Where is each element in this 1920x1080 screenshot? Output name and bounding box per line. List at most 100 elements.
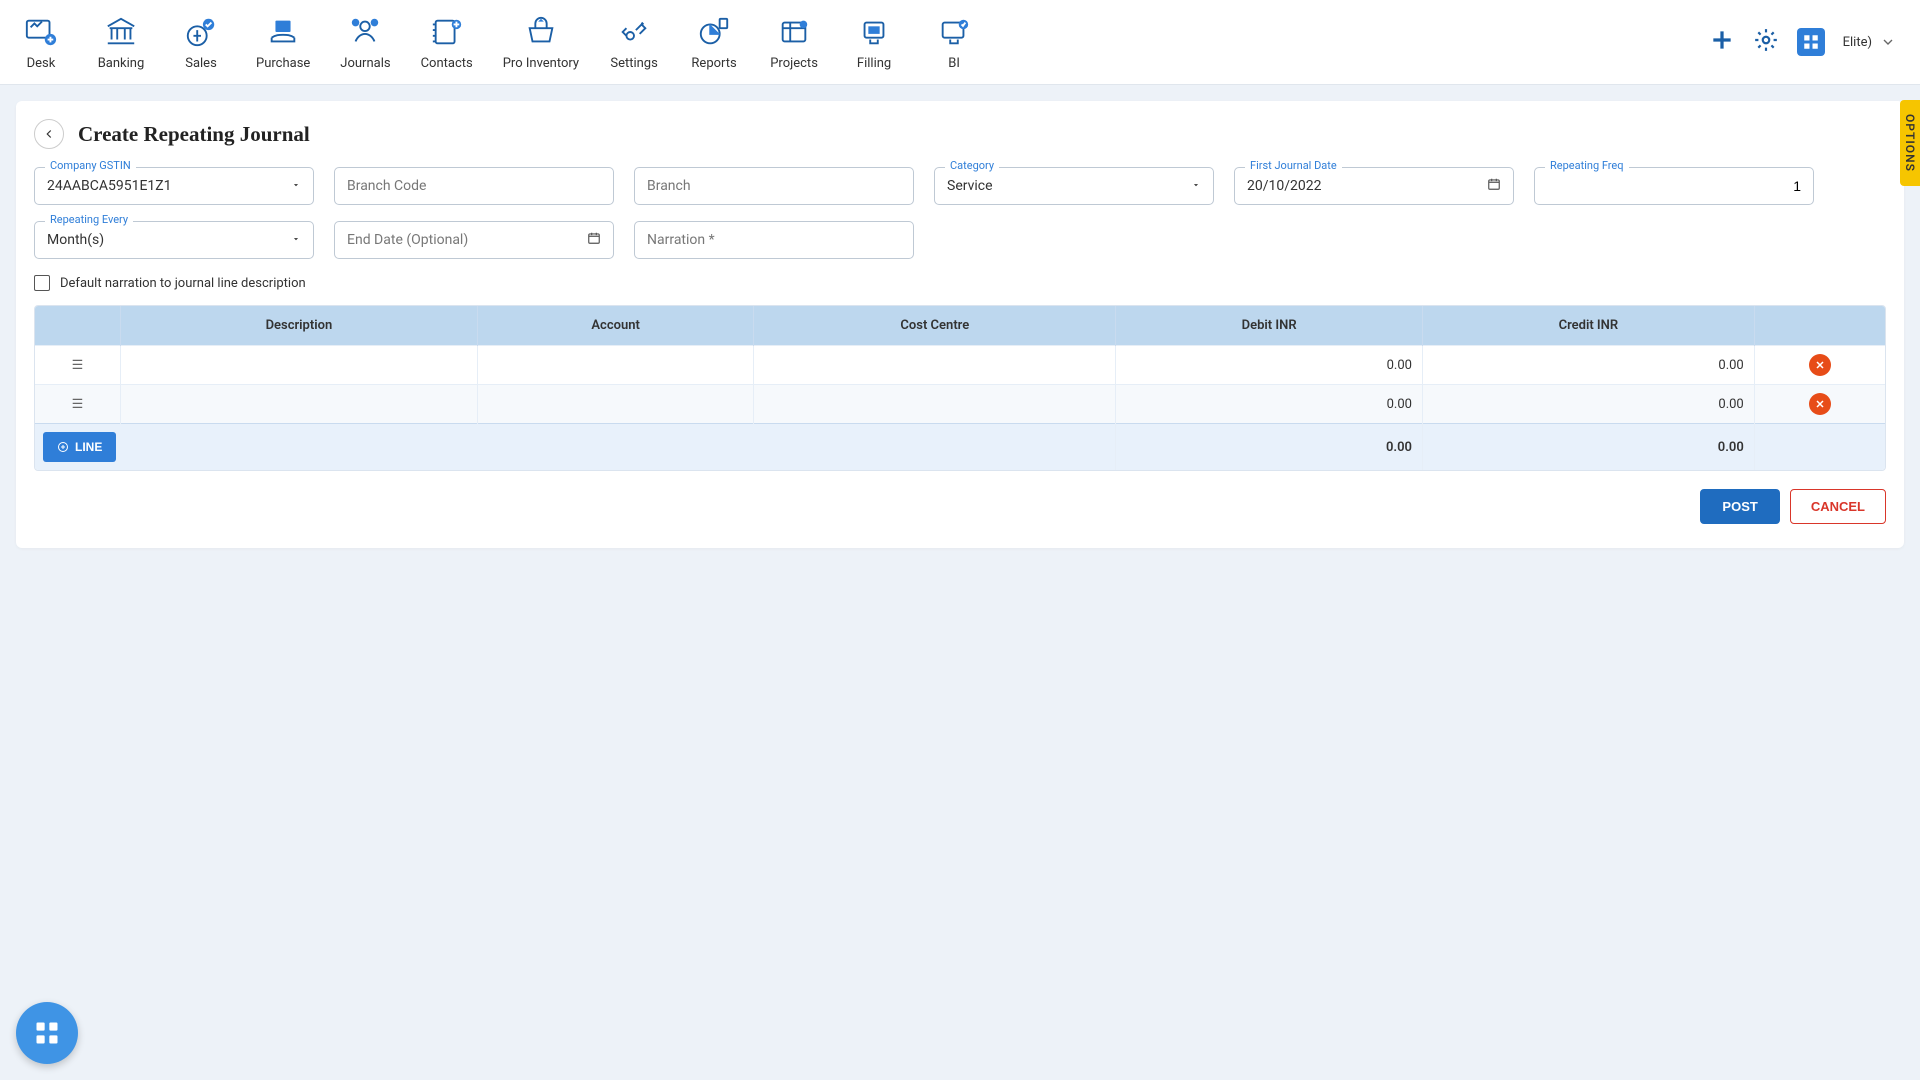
category-label: Category	[945, 159, 999, 172]
th-account: Account	[477, 306, 753, 346]
user-suffix: Elite)	[1843, 35, 1872, 50]
freq-value[interactable]	[1547, 178, 1801, 194]
plus-icon[interactable]	[1709, 27, 1735, 57]
banking-icon	[104, 14, 138, 50]
repeating-every-select[interactable]: Repeating Every Month(s)	[34, 221, 314, 259]
cell-cost-centre[interactable]	[754, 346, 1116, 385]
back-button[interactable]	[34, 119, 64, 149]
category-select[interactable]: Category Service	[934, 167, 1214, 205]
desk-icon	[24, 14, 58, 50]
drag-handle-icon[interactable]: ☰	[72, 397, 84, 412]
default-narration-row: Default narration to journal line descri…	[34, 275, 1886, 291]
first-journal-date-input[interactable]: First Journal Date 20/10/2022	[1234, 167, 1514, 205]
end-date-placeholder: End Date (Optional)	[347, 232, 468, 248]
chevron-down-icon	[291, 179, 301, 194]
nav-label: Pro Inventory	[503, 56, 579, 71]
nav-settings[interactable]: Settings	[609, 14, 659, 71]
actions-row: POST CANCEL	[34, 489, 1886, 524]
branch-input[interactable]: Branch	[634, 167, 914, 205]
cell-debit[interactable]: 0.00	[1116, 346, 1423, 385]
card-header: Create Repeating Journal	[34, 119, 1886, 149]
nav-sales[interactable]: Sales	[176, 14, 226, 71]
app-grid-icon[interactable]	[1797, 28, 1825, 56]
nav-label: BI	[948, 56, 960, 71]
category-value: Service	[947, 178, 1191, 194]
top-navigation: Desk Banking Sales Purchase Journals	[0, 0, 1920, 85]
nav-desk[interactable]: Desk	[16, 14, 66, 71]
add-line-button[interactable]: LINE	[43, 432, 116, 462]
cancel-button[interactable]: CANCEL	[1790, 489, 1886, 524]
nav-label: Settings	[610, 56, 657, 71]
line-btn-label: LINE	[75, 440, 102, 454]
th-description: Description	[120, 306, 477, 346]
nav-label: Contacts	[421, 56, 473, 71]
delete-row-button[interactable]	[1809, 354, 1831, 376]
repeating-freq-input[interactable]: Repeating Freq	[1534, 167, 1814, 205]
calendar-icon	[587, 231, 601, 249]
cell-cost-centre[interactable]	[754, 385, 1116, 424]
nav-proinventory[interactable]: Pro Inventory	[503, 14, 579, 71]
contacts-icon	[430, 14, 464, 50]
chevron-down-icon	[1191, 179, 1201, 194]
first-date-value: 20/10/2022	[1247, 178, 1487, 194]
nav-label: Projects	[770, 56, 818, 71]
cell-credit[interactable]: 0.00	[1422, 385, 1754, 424]
filling-icon	[857, 14, 891, 50]
cell-debit[interactable]: 0.00	[1116, 385, 1423, 424]
nav-label: Purchase	[256, 56, 310, 71]
th-cost-centre: Cost Centre	[754, 306, 1116, 346]
total-credit: 0.00	[1422, 424, 1754, 471]
user-menu[interactable]: Elite)	[1843, 34, 1904, 50]
nav-journals[interactable]: Journals	[340, 14, 390, 71]
nav-purchase[interactable]: Purchase	[256, 14, 310, 71]
total-debit: 0.00	[1116, 424, 1423, 471]
calendar-icon	[1487, 177, 1501, 195]
nav-label: Banking	[98, 56, 145, 71]
narration-input[interactable]: Narration *	[634, 221, 914, 259]
proinventory-icon	[524, 14, 558, 50]
settings-icon	[617, 14, 651, 50]
nav-banking[interactable]: Banking	[96, 14, 146, 71]
options-side-tab[interactable]: OPTIONS	[1900, 100, 1920, 186]
nav-contacts[interactable]: Contacts	[421, 14, 473, 71]
drag-handle-icon[interactable]: ☰	[72, 358, 84, 373]
every-label: Repeating Every	[45, 213, 133, 226]
narration-placeholder: Narration *	[647, 232, 715, 248]
cell-credit[interactable]: 0.00	[1422, 346, 1754, 385]
end-date-input[interactable]: End Date (Optional)	[334, 221, 614, 259]
default-narration-checkbox[interactable]	[34, 275, 50, 291]
post-button[interactable]: POST	[1700, 489, 1779, 524]
th-credit: Credit INR	[1422, 306, 1754, 346]
purchase-icon	[266, 14, 300, 50]
chevron-down-icon	[1880, 34, 1896, 50]
cell-description[interactable]	[120, 346, 477, 385]
journals-icon	[348, 14, 382, 50]
gear-icon[interactable]	[1753, 27, 1779, 57]
sales-icon	[184, 14, 218, 50]
nav-bi[interactable]: BI	[929, 14, 979, 71]
gstin-value: 24AABCA5951E1Z1	[47, 178, 291, 194]
cell-account[interactable]	[477, 385, 753, 424]
nav-label: Sales	[185, 56, 217, 71]
bi-icon	[937, 14, 971, 50]
nav-reports[interactable]: Reports	[689, 14, 739, 71]
nav-label: Reports	[691, 56, 736, 71]
form-row-1: Company GSTIN 24AABCA5951E1Z1 Branch Cod…	[34, 167, 1886, 205]
fab-button[interactable]	[16, 1002, 78, 1064]
nav-label: Desk	[27, 56, 56, 71]
nav-filling[interactable]: Filling	[849, 14, 899, 71]
default-narration-label: Default narration to journal line descri…	[60, 276, 306, 291]
branch-placeholder: Branch	[647, 178, 691, 194]
th-actions	[1754, 306, 1885, 346]
form-row-2: Repeating Every Month(s) End Date (Optio…	[34, 221, 1886, 259]
nav-items: Desk Banking Sales Purchase Journals	[16, 14, 979, 71]
nav-projects[interactable]: Projects	[769, 14, 819, 71]
delete-row-button[interactable]	[1809, 393, 1831, 415]
cell-account[interactable]	[477, 346, 753, 385]
projects-icon	[777, 14, 811, 50]
company-gstin-select[interactable]: Company GSTIN 24AABCA5951E1Z1	[34, 167, 314, 205]
cell-description[interactable]	[120, 385, 477, 424]
chevron-down-icon	[291, 233, 301, 248]
journal-lines-table: Description Account Cost Centre Debit IN…	[34, 305, 1886, 471]
branch-code-input[interactable]: Branch Code	[334, 167, 614, 205]
